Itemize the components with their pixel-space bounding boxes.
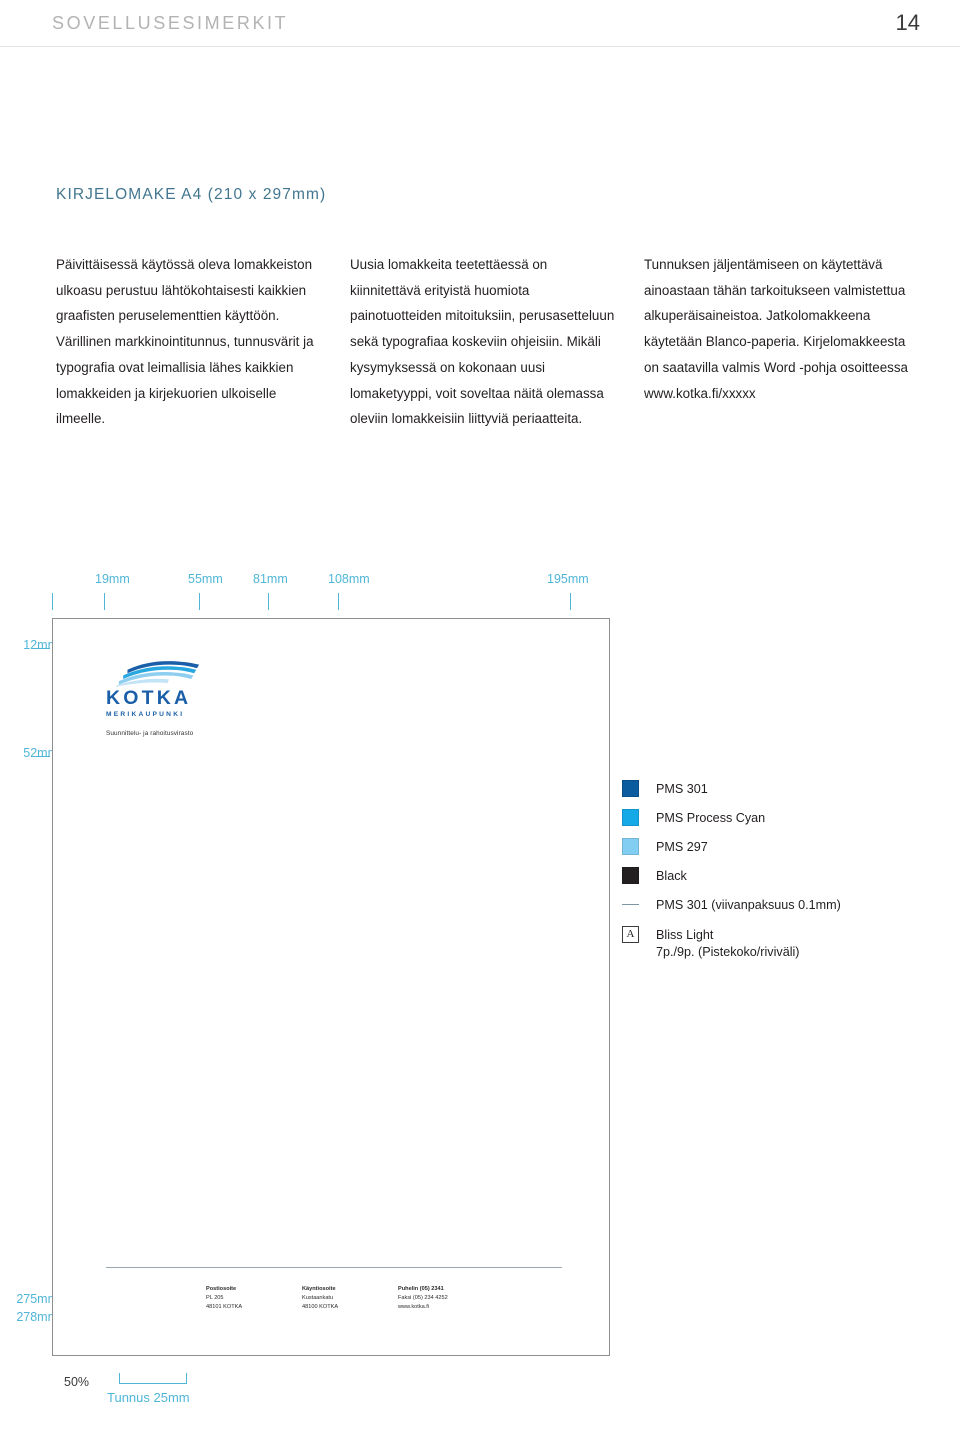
legend-label-pms-301: PMS 301 [656,782,708,796]
measure-label-195mm: 195mm [547,572,589,586]
legend-item-pms297: PMS 297 [622,838,942,856]
tick-81mm [268,593,269,610]
legend-item-line-weight: PMS 301 (viivanpaksuus 0.1mm) [622,896,942,914]
measure-label-275mm: 275mm [16,1292,58,1306]
intro-column-3: Tunnuksen jäljentämiseen on käytettävä a… [644,257,908,401]
typeface-A-icon: A [622,925,639,943]
footer-column-visiting: Käyntiosoite Kustaankatu 48100 KOTKA [302,1285,370,1312]
kotka-logo: KOTKA MERIKAUPUNKI Suunnittelu- ja rahoi… [106,661,266,737]
legend-label-black: Black [656,869,687,884]
letterhead-sheet: KOTKA MERIKAUPUNKI Suunnittelu- ja rahoi… [52,618,610,1356]
measure-label-52mm: 52mm [23,746,58,760]
measure-label-12mm: 12mm [23,638,58,652]
tunnus-bracket-label: Tunnus 25mm [107,1390,190,1405]
swatch-pms-301 [622,780,639,797]
footer-column-contact: Puhelin (05) 2341 Faksi (05) 234 4252 ww… [398,1285,488,1312]
measure-label-19mm: 19mm [95,572,130,586]
page-header-kicker: SOVELLUSESIMERKIT [52,12,289,33]
legend-label-typeface: Bliss Light [656,927,714,942]
intro-column-2: Uusia lomakkeita teetettäessä on kiinnit… [350,257,615,427]
sheet-footer: Postiosoite PL 205 48101 KOTKA Käyntioso… [206,1285,488,1312]
legend-item-process-cyan: PMS Process Cyan [622,809,942,827]
legend-label-pms-297: PMS 297 [656,840,708,855]
footer-line-visiting-city: 48100 KOTKA [302,1304,339,1311]
page-title: KIRJELOMAKE A4 (210 x 297mm) [56,186,327,203]
legend-item-typeface: A Bliss Light 7p./9p. (Pistekoko/riviväl… [622,925,942,961]
tick-12mm [34,648,50,649]
legend-label-pms-process-cyan: PMS Process Cyan [656,811,766,826]
logo-submark: MERIKAUPUNKI [106,710,185,718]
tick-195mm [570,593,571,610]
logo-wordmark: KOTKA [106,687,192,709]
swatch-pms-297 [622,838,639,856]
swatch-pms-process-cyan [622,809,639,827]
footer-line-pl: PL 205 [206,1295,224,1302]
intro-column-1: Päivittäisessä käytössä oleva lomakkeist… [56,257,314,427]
footer-line-website: www.kotka.fi [398,1304,430,1311]
tick-55mm [199,593,200,610]
legend-item-black: Black [622,867,942,885]
tick-52mm [34,756,50,757]
page-number: 14 [895,10,920,35]
measure-label-81mm: 81mm [253,572,288,586]
measure-label-55mm: 55mm [188,572,223,586]
footer-head-postiosoite: Postiosoite [206,1286,237,1292]
color-legend: PMS 301 PMS Process Cyan PMS 297 Black P… [622,780,942,972]
footer-head-kayntiosoite: Käyntiosoite [302,1286,336,1292]
footer-line-postal-city: 48101 KOTKA [206,1304,243,1311]
measure-label-108mm: 108mm [328,572,370,586]
line-rule-icon [622,896,639,913]
top-measurement-ruler: 19mm 55mm 81mm 108mm 195mm [0,570,960,610]
letterhead-diagram: 19mm 55mm 81mm 108mm 195mm 12mm 52mm 275… [0,570,960,1430]
scale-label: 50% [64,1375,90,1389]
footer-line-street: Kustaankatu [302,1295,334,1302]
wave-flag-icon [116,661,200,687]
tick-108mm [338,593,339,610]
tick-19mm [104,593,105,610]
legend-item-pms301: PMS 301 [622,780,942,798]
tick-origin [52,593,53,610]
measure-label-278mm: 278mm [16,1310,58,1324]
swatch-black [622,867,639,885]
tunnus-bracket [119,1373,187,1384]
footer-line-faksi: Faksi (05) 234 4252 [398,1295,448,1302]
page-header: SOVELLUSESIMERKIT 14 [0,0,960,46]
header-divider [0,46,960,47]
footer-head-puhelin: Puhelin (05) 2341 [398,1286,444,1292]
logo-department: Suunnittelu- ja rahoitusvirasto [106,729,194,737]
legend-label-line-weight: PMS 301 (viivanpaksuus 0.1mm) [656,898,841,913]
footer-column-postal: Postiosoite PL 205 48101 KOTKA [206,1285,274,1312]
sheet-footer-divider [106,1267,562,1268]
legend-label-typeface-size: 7p./9p. (Pistekoko/riviväli) [656,945,800,960]
intro-text-columns: Päivittäisessä käytössä oleva lomakkeist… [56,252,912,432]
